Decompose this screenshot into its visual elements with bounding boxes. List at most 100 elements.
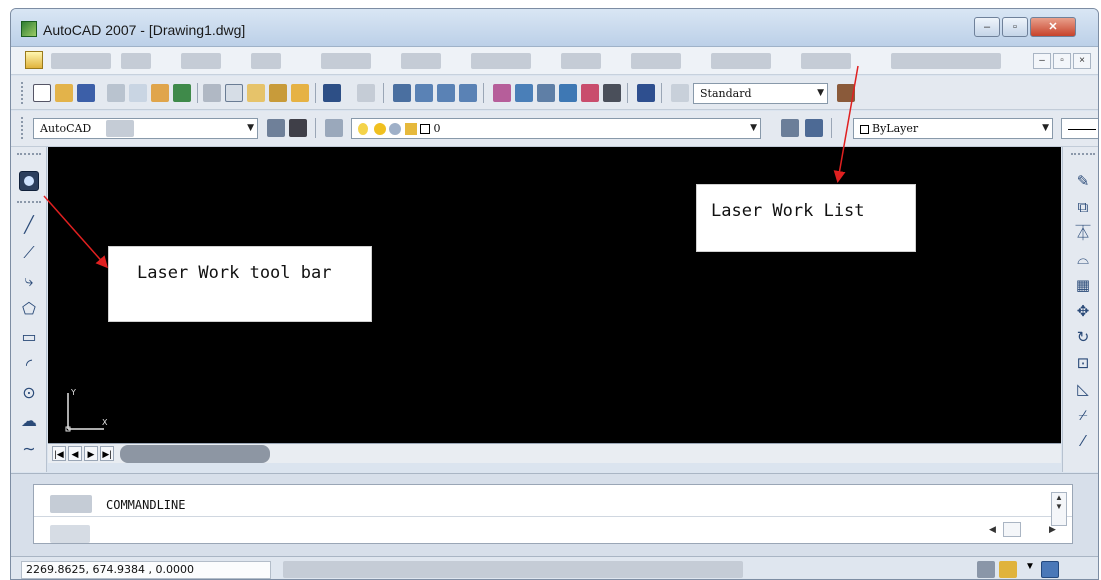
workspace-settings-icon[interactable] — [267, 119, 285, 137]
layer-properties-icon[interactable] — [325, 119, 343, 137]
make-current-layer-icon[interactable] — [781, 119, 799, 137]
mdi-minimize-button[interactable]: – — [1033, 53, 1051, 69]
array-icon[interactable]: ▦ — [1073, 275, 1093, 295]
scale-icon[interactable]: ⊡ — [1073, 353, 1093, 373]
chevron-down-icon: ▼ — [750, 123, 757, 133]
mdi-close-button[interactable]: × — [1073, 53, 1091, 69]
dimension-style-icon[interactable] — [837, 84, 855, 102]
circle-icon[interactable]: ⊙ — [19, 383, 39, 403]
pan-icon[interactable] — [393, 84, 411, 102]
layer-combo[interactable]: 0 ▼ — [351, 118, 761, 139]
offset-icon[interactable]: ⌓ — [1073, 249, 1093, 269]
design-center-icon[interactable] — [515, 84, 533, 102]
help-icon[interactable] — [637, 84, 655, 102]
previous-tab-button[interactable]: ◀ — [68, 446, 82, 461]
plot-preview-icon[interactable] — [129, 84, 147, 102]
menu-item-blurred[interactable] — [561, 53, 601, 69]
markup-icon[interactable] — [581, 84, 599, 102]
text-style-combo[interactable]: Standard ▼ — [693, 83, 828, 104]
zoom-window-icon[interactable] — [437, 84, 455, 102]
copy-object-icon[interactable]: ⧉ — [1073, 197, 1093, 217]
menu-item-blurred[interactable] — [181, 53, 221, 69]
last-tab-button[interactable]: ▶| — [100, 446, 114, 461]
communication-center-icon[interactable] — [977, 561, 995, 578]
toolbar-lock-icon[interactable] — [999, 561, 1017, 578]
close-button[interactable]: ✕ — [1030, 17, 1076, 37]
rotate-icon[interactable]: ↻ — [1073, 327, 1093, 347]
horizontal-scrollbar[interactable]: ◀ ▶ — [971, 522, 1061, 538]
menu-item-blurred[interactable] — [51, 53, 111, 69]
sheet-set-icon[interactable] — [559, 84, 577, 102]
rectangle-icon[interactable]: ▭ — [19, 327, 39, 347]
maximize-button[interactable]: ▫ — [1002, 17, 1028, 37]
scroll-right-icon[interactable]: ▶ — [1049, 524, 1056, 535]
properties-icon[interactable] — [493, 84, 511, 102]
mdi-restore-button[interactable]: ▫ — [1053, 53, 1071, 69]
construction-line-icon[interactable]: ⟋ — [19, 243, 39, 263]
polygon-icon[interactable]: ⬠ — [19, 299, 39, 319]
extend-icon[interactable]: ⁄ — [1073, 431, 1093, 451]
publish-icon[interactable] — [151, 84, 169, 102]
layout-tab-blurred[interactable] — [120, 445, 270, 463]
cloud-icon[interactable]: ☁ — [19, 411, 39, 431]
undo-icon[interactable] — [323, 84, 341, 102]
cut-icon[interactable] — [203, 84, 221, 102]
zoom-realtime-icon[interactable] — [415, 84, 433, 102]
3d-dwf-icon[interactable] — [173, 84, 191, 102]
my-workspace-icon[interactable] — [289, 119, 307, 137]
menu-item-blurred[interactable] — [471, 53, 531, 69]
layout-tabs-bar: |◀ ◀ ▶ ▶| — [48, 443, 1061, 463]
paste-icon[interactable] — [247, 84, 265, 102]
menu-item-blurred[interactable] — [631, 53, 681, 69]
color-combo[interactable]: ByLayer ▼ — [853, 118, 1053, 139]
document-icon[interactable] — [25, 51, 43, 69]
copy-icon[interactable] — [225, 84, 243, 102]
open-icon[interactable] — [55, 84, 73, 102]
toolbar-grip[interactable] — [17, 201, 41, 204]
command-scrollbar[interactable]: ▲ ▼ — [1051, 492, 1067, 526]
new-icon[interactable] — [33, 84, 51, 102]
menu-item-blurred[interactable] — [401, 53, 441, 69]
line-icon[interactable]: ╱ — [19, 215, 39, 235]
menu-item-blurred[interactable] — [711, 53, 771, 69]
menu-item-blurred[interactable] — [121, 53, 151, 69]
calculator-icon[interactable] — [603, 84, 621, 102]
move-icon[interactable]: ✥ — [1073, 301, 1093, 321]
stretch-icon[interactable]: ◺ — [1073, 379, 1093, 399]
scroll-thumb[interactable] — [1003, 522, 1021, 537]
status-menu-chevron-icon[interactable]: ▼ — [1021, 561, 1039, 578]
scroll-left-icon[interactable]: ◀ — [989, 524, 996, 535]
clean-screen-icon[interactable] — [1041, 561, 1059, 578]
toolbar-grip[interactable] — [21, 117, 25, 139]
laser-work-icon[interactable] — [19, 171, 39, 191]
redo-icon[interactable] — [357, 84, 375, 102]
first-tab-button[interactable]: |◀ — [52, 446, 66, 461]
save-icon[interactable] — [77, 84, 95, 102]
toolbar-grip[interactable] — [21, 82, 25, 104]
zoom-previous-icon[interactable] — [459, 84, 477, 102]
workspace-combo[interactable]: AutoCAD ▼ — [33, 118, 258, 139]
trim-icon[interactable]: ⌿ — [1073, 405, 1093, 425]
menu-item-blurred[interactable] — [321, 53, 371, 69]
tool-palettes-icon[interactable] — [537, 84, 555, 102]
menu-item-blurred[interactable] — [251, 53, 281, 69]
status-toggles-blurred[interactable] — [283, 561, 743, 578]
mirror-icon[interactable]: ⏄ — [1073, 223, 1093, 243]
match-properties-icon[interactable] — [269, 84, 287, 102]
next-tab-button[interactable]: ▶ — [84, 446, 98, 461]
menu-item-blurred[interactable] — [801, 53, 851, 69]
polyline-icon[interactable]: ⤷ — [19, 271, 39, 291]
spline-icon[interactable]: ∼ — [19, 439, 39, 459]
linetype-combo[interactable] — [1061, 118, 1098, 139]
minimize-button[interactable]: – — [974, 17, 1000, 37]
menu-item-blurred[interactable] — [891, 53, 1001, 69]
layer-previous-icon[interactable] — [805, 119, 823, 137]
text-style-icon[interactable] — [671, 84, 689, 102]
command-line-box[interactable]: COMMANDLINE — [33, 484, 1073, 544]
toolbar-grip[interactable] — [17, 153, 41, 156]
arc-icon[interactable]: ◜ — [19, 355, 39, 375]
erase-icon[interactable]: ✎ — [1073, 171, 1093, 191]
block-editor-icon[interactable] — [291, 84, 309, 102]
toolbar-grip[interactable] — [1071, 153, 1095, 156]
plot-icon[interactable] — [107, 84, 125, 102]
